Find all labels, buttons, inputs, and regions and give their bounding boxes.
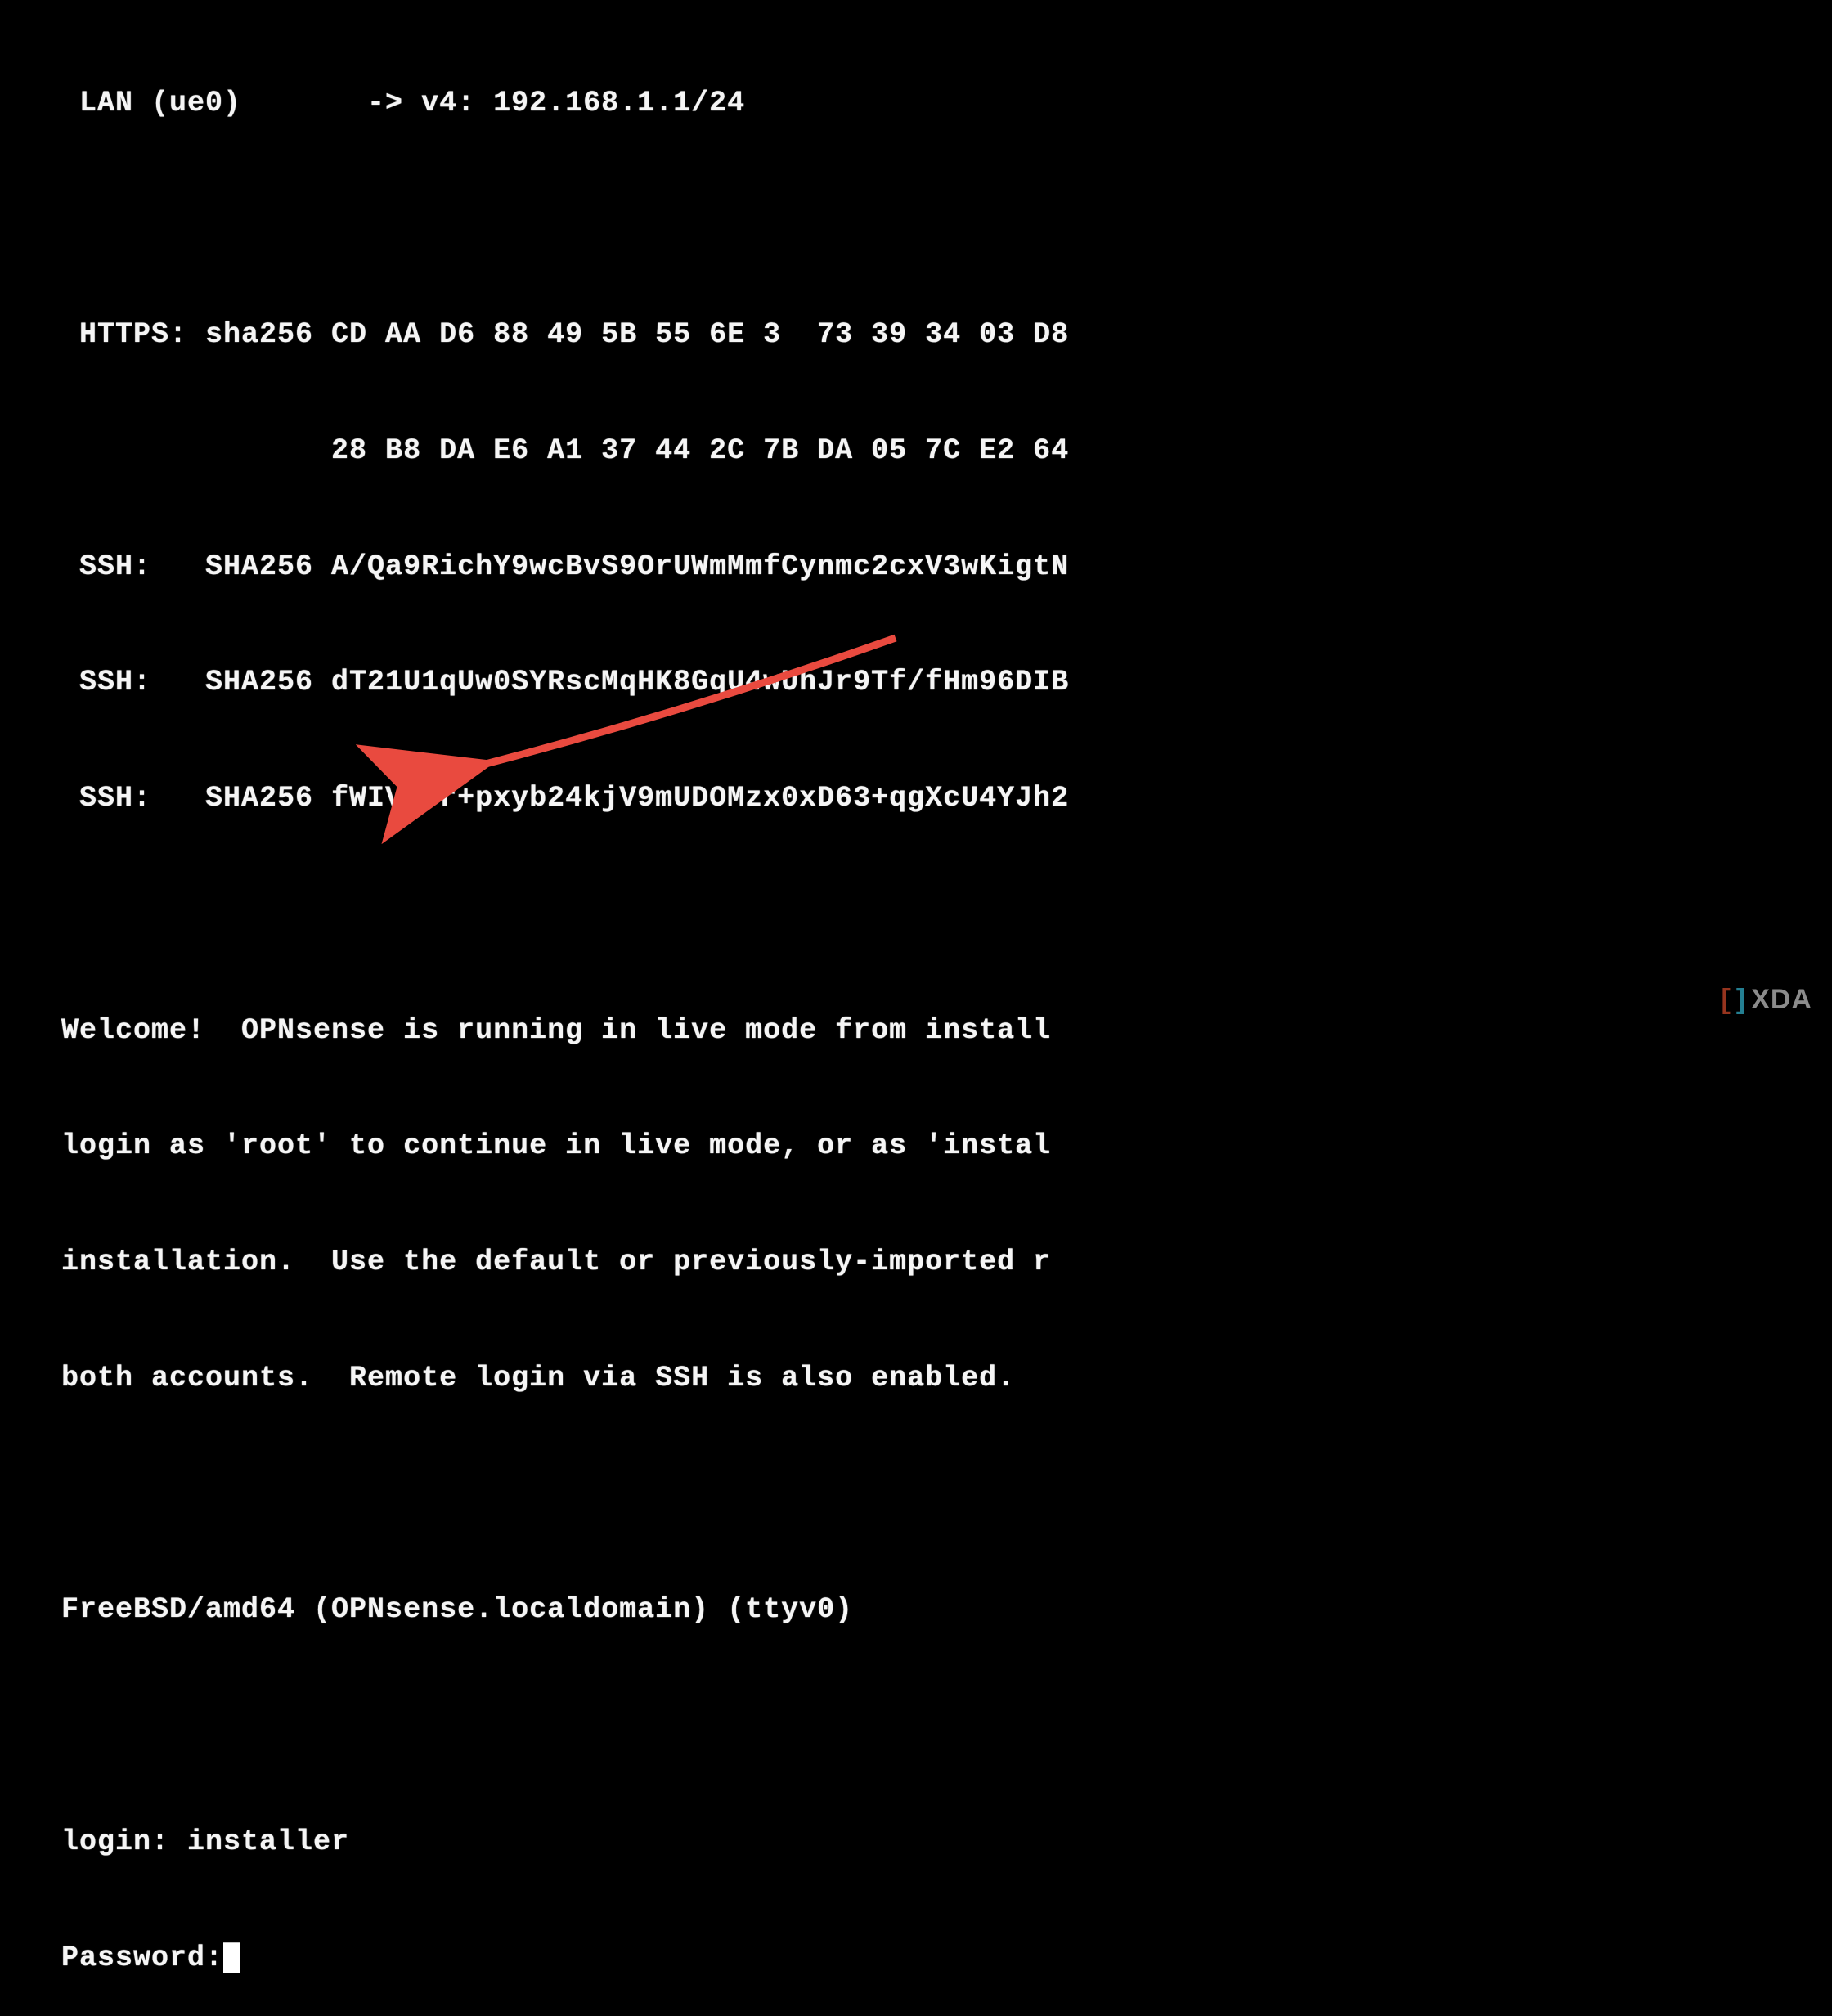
line-login[interactable]: login: installer xyxy=(61,1823,1832,1861)
text-cursor xyxy=(223,1942,240,1973)
line-welcome-3: installation. Use the default or previou… xyxy=(61,1243,1832,1282)
line-system-id: FreeBSD/amd64 (OPNsense.localdomain) (tt… xyxy=(61,1591,1832,1629)
login-prompt-label: login: xyxy=(61,1825,187,1858)
line-lan: LAN (ue0) -> v4: 192.168.1.1/24 xyxy=(61,84,1832,123)
line-blank xyxy=(61,200,1832,238)
watermark-bracket-right-icon: ] xyxy=(1736,984,1746,1016)
line-ssh-fingerprint-1: SSH: SHA256 A/Qa9RichY9wcBvS9OrUWmMmfCyn… xyxy=(61,548,1832,586)
line-ssh-fingerprint-3: SSH: SHA256 fWIVd3r+pxyb24kjV9mUDOMzx0xD… xyxy=(61,779,1832,818)
watermark-xda: [] XDA xyxy=(1722,984,1812,1016)
login-input-value[interactable]: installer xyxy=(187,1825,349,1858)
line-blank xyxy=(61,1707,1832,1745)
line-welcome-2: login as 'root' to continue in live mode… xyxy=(61,1127,1832,1165)
line-ssh-fingerprint-2: SSH: SHA256 dT21U1qUw0SYRscMqHK8GqU4wUhJ… xyxy=(61,663,1832,702)
line-https-fingerprint-1: HTTPS: sha256 CD AA D6 88 49 5B 55 6E 3 … xyxy=(61,316,1832,354)
watermark-text: XDA xyxy=(1751,984,1812,1016)
line-welcome-1: Welcome! OPNsense is running in live mod… xyxy=(61,1012,1832,1050)
line-password[interactable]: Password: xyxy=(61,1939,1832,1978)
watermark-bracket-left-icon: [ xyxy=(1722,984,1731,1016)
line-https-fingerprint-2: 28 B8 DA E6 A1 37 44 2C 7B DA 05 7C E2 6… xyxy=(61,432,1832,470)
line-blank xyxy=(61,1475,1832,1514)
password-prompt-label: Password: xyxy=(61,1942,223,1974)
console-terminal: LAN (ue0) -> v4: 192.168.1.1/24 HTTPS: s… xyxy=(0,0,1832,1030)
line-blank xyxy=(61,896,1832,934)
line-welcome-4: both accounts. Remote login via SSH is a… xyxy=(61,1359,1832,1398)
